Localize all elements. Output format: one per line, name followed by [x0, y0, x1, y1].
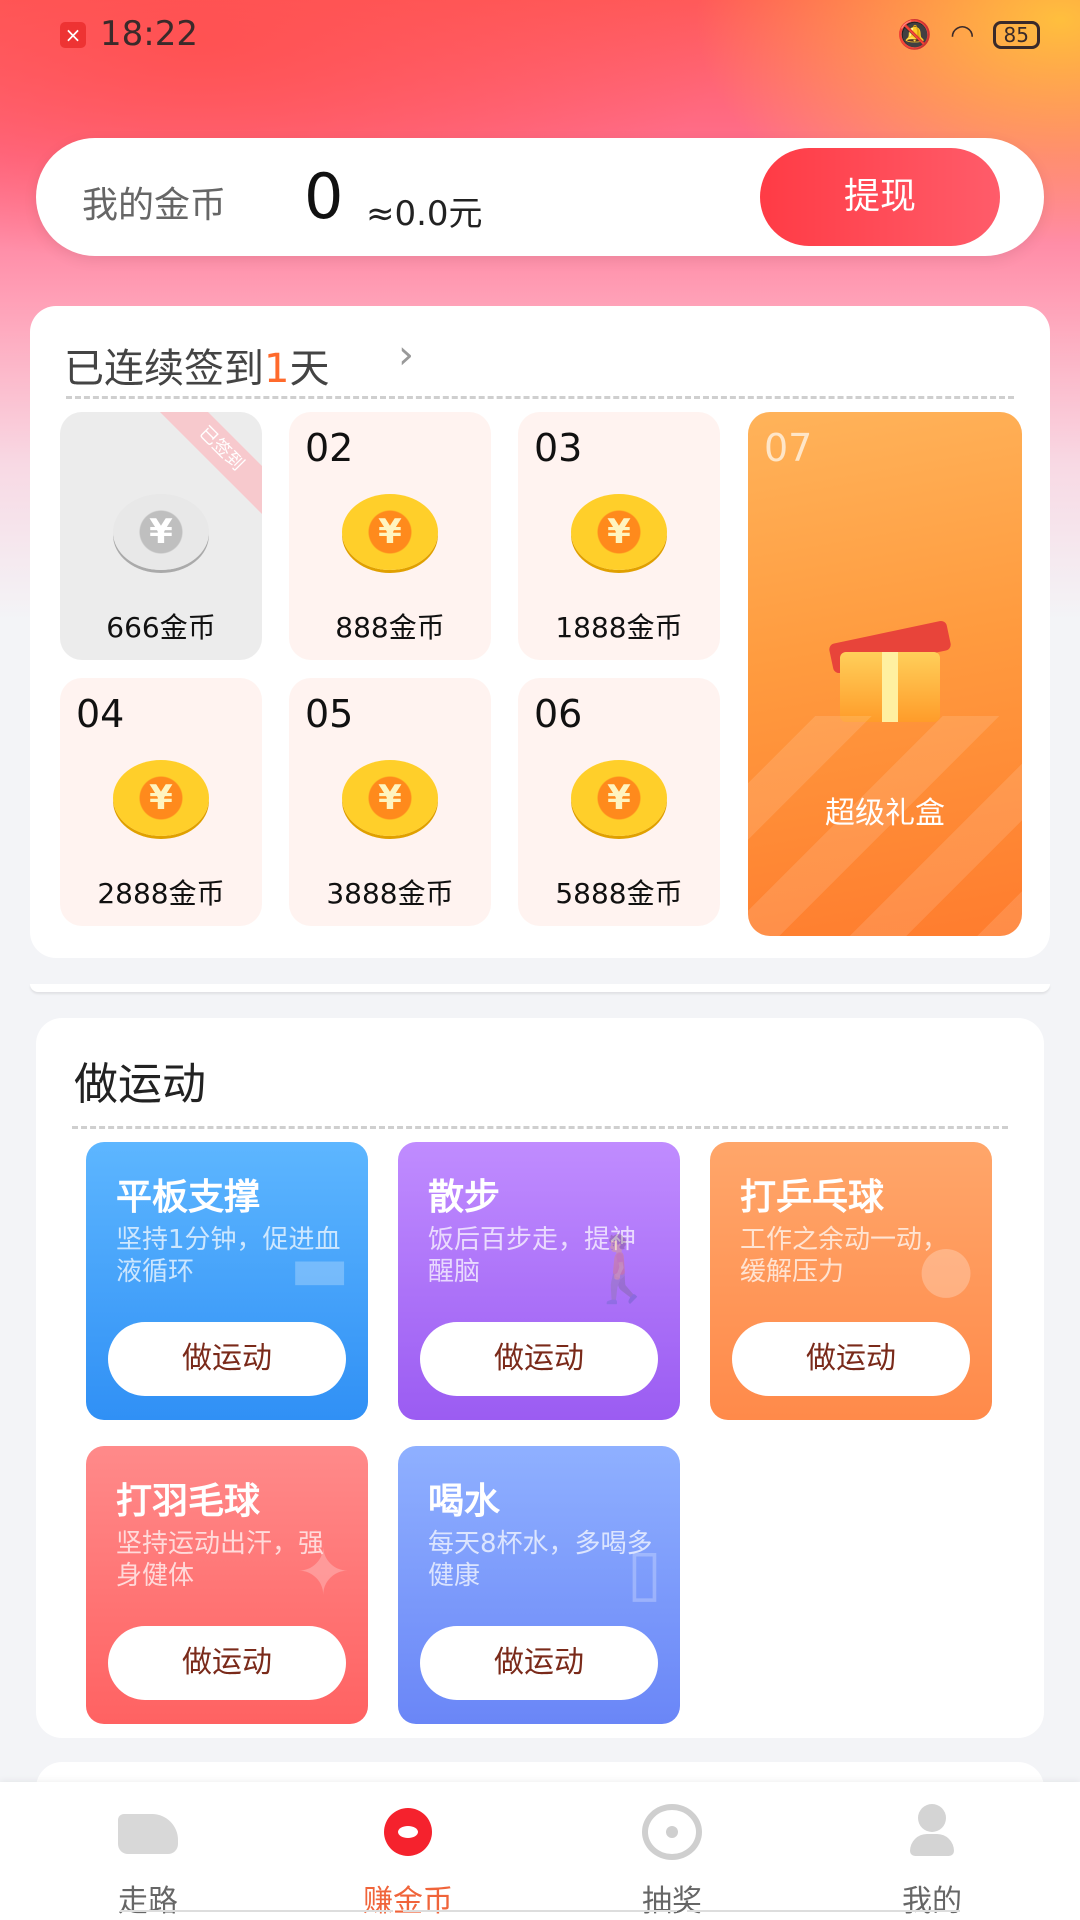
withdraw-button[interactable]: 提现 [760, 148, 1000, 246]
day-reward: 5888金币 [555, 877, 683, 910]
day-reward: 3888金币 [326, 877, 454, 910]
day-reward: 2888金币 [97, 877, 225, 910]
day-number: 05 [305, 692, 354, 736]
signin-title[interactable]: 已连续签到1天 [64, 336, 329, 394]
wifi-icon: ◠ [950, 18, 975, 51]
signin-day-7[interactable]: 07 超级礼盒 [748, 412, 1022, 936]
signin-day-6[interactable]: 06 ¥ 5888金币 [518, 678, 720, 926]
sneaker-icon [118, 1804, 178, 1860]
do-exercise-button[interactable]: 做运动 [108, 1626, 346, 1700]
gold-coin-icon: ¥ [571, 494, 667, 570]
wheel-icon [642, 1804, 702, 1860]
card-divider [30, 984, 1050, 992]
do-exercise-button[interactable]: 做运动 [420, 1322, 658, 1396]
day-reward: 666金币 [106, 611, 216, 644]
nav-item-mine[interactable]: 我的 [832, 1782, 1032, 1920]
do-exercise-button[interactable]: 做运动 [732, 1322, 970, 1396]
exercise-name: 散步 [428, 1177, 501, 1218]
exercise-desc: 每天8杯水，多喝多健康 [428, 1529, 653, 1591]
person-icon [902, 1804, 962, 1860]
battery-icon: 85 [992, 20, 1040, 49]
my-coins-card: 我的金币 0 ≈0.0元 提现 [36, 138, 1044, 256]
coins-approx-value: ≈0.0元 [366, 194, 483, 234]
badminton-icon: ✦ [296, 1536, 350, 1610]
nav-item-walk[interactable]: 走路 [48, 1782, 248, 1920]
chevron-right-icon[interactable]: › [398, 332, 414, 378]
gold-coin-icon: ¥ [342, 494, 438, 570]
plank-icon: ▬ [289, 1232, 350, 1306]
exercise-plank[interactable]: 平板支撑 坚持1分钟，促进血液循环 ▬ 做运动 [86, 1142, 368, 1420]
home-indicator [120, 1910, 960, 1916]
water-glass-icon: ▯ [626, 1536, 662, 1610]
exercise-name: 打乒乓球 [740, 1177, 885, 1218]
coins-value: 0 [304, 160, 344, 233]
signin-day-2[interactable]: 02 ¥ 888金币 [289, 412, 491, 660]
signin-day-5[interactable]: 05 ¥ 3888金币 [289, 678, 491, 926]
gold-coin-icon: ¥ [571, 760, 667, 836]
divider [66, 396, 1014, 399]
status-icons: 🔕 ◠ 85 [897, 18, 1040, 51]
signin-title-prefix: 已连续签到 [64, 346, 264, 392]
divider [72, 1126, 1008, 1129]
nav-item-lottery[interactable]: 抽奖 [572, 1782, 772, 1920]
day-number: 06 [534, 692, 583, 736]
silver-coin-icon: ¥ [113, 494, 209, 570]
do-exercise-button[interactable]: 做运动 [420, 1626, 658, 1700]
day-reward: 888金币 [335, 611, 445, 644]
day-reward: 1888金币 [555, 611, 683, 644]
gold-coin-icon: ¥ [342, 760, 438, 836]
day-number: 03 [534, 426, 583, 470]
exercise-ping-pong[interactable]: 打乒乓球 工作之余动一动，缓解压力 ● 做运动 [710, 1142, 992, 1420]
exercise-name: 喝水 [428, 1481, 501, 1522]
bottom-nav: 走路 赚金币 抽奖 我的 [0, 1782, 1080, 1920]
super-gift-label: 超级礼盒 [825, 796, 945, 831]
exercise-badminton[interactable]: 打羽毛球 坚持运动出汗，强身健体 ✦ 做运动 [86, 1446, 368, 1724]
signin-days-count: 1 [264, 346, 290, 392]
mute-icon: 🔕 [897, 18, 933, 51]
section-title: 做运动 [74, 1059, 206, 1110]
exercise-name: 平板支撑 [116, 1177, 261, 1218]
signin-day-3[interactable]: 03 ¥ 1888金币 [518, 412, 720, 660]
coins-label: 我的金币 [82, 185, 227, 226]
exercise-drink-water[interactable]: 喝水 每天8杯水，多喝多健康 ▯ 做运动 [398, 1446, 680, 1724]
signin-card: 已连续签到1天 › 已签到 ¥ 666金币 02 ¥ 888金币 03 ¥ 18… [30, 306, 1050, 958]
status-time: 18:22 [100, 14, 198, 54]
nav-item-earn-coins[interactable]: 赚金币 [308, 1782, 508, 1920]
day-number: 07 [764, 426, 813, 470]
signin-title-suffix: 天 [289, 346, 330, 392]
signin-day-1[interactable]: 已签到 ¥ 666金币 [60, 412, 262, 660]
day-number: 04 [76, 692, 125, 736]
notification-icon: × [60, 22, 86, 48]
day-number: 02 [305, 426, 354, 470]
gift-box-icon [820, 619, 952, 722]
status-bar: × 18:22 🔕 ◠ 85 [0, 0, 1080, 70]
exercise-card: 做运动 平板支撑 坚持1分钟，促进血液循环 ▬ 做运动 散步 饭后百步走，提神醒… [36, 1018, 1044, 1738]
walking-icon: 🚶 [582, 1233, 662, 1307]
exercise-walk[interactable]: 散步 饭后百步走，提神醒脑 🚶 做运动 [398, 1142, 680, 1420]
ping-pong-icon: ● [918, 1232, 974, 1306]
signin-day-4[interactable]: 04 ¥ 2888金币 [60, 678, 262, 926]
do-exercise-button[interactable]: 做运动 [108, 1322, 346, 1396]
coin-eye-icon [378, 1804, 438, 1860]
exercise-name: 打羽毛球 [116, 1481, 261, 1522]
gold-coin-icon: ¥ [113, 760, 209, 836]
